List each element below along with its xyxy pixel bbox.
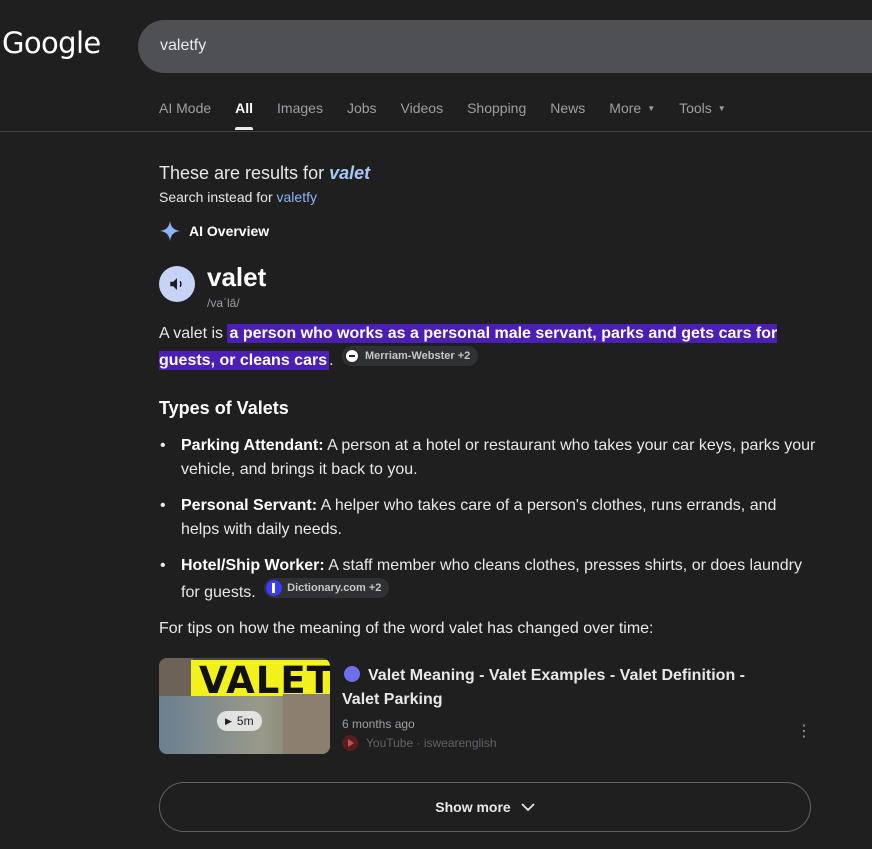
tab-tools-label: Tools xyxy=(679,100,712,116)
video-thumbnail[interactable]: VALET ▶ 5m xyxy=(159,658,330,754)
caret-down-icon: ▼ xyxy=(717,104,726,113)
original-query-link[interactable]: valetfy xyxy=(277,189,317,205)
pronunciation: /vaˈlā/ xyxy=(207,296,240,310)
search-instead: Search instead for valetfy xyxy=(159,189,317,205)
video-source: YouTube · iswearenglish xyxy=(342,735,497,751)
types-list: Parking Attendant: A person at a hotel o… xyxy=(159,434,819,617)
video-age: 6 months ago xyxy=(342,717,415,731)
list-item: Hotel/Ship Worker: A staff member who cl… xyxy=(159,554,819,605)
definition-prefix: A valet is xyxy=(159,325,228,342)
ai-overview-header: AI Overview xyxy=(159,220,269,242)
definition: A valet is a person who works as a perso… xyxy=(159,322,819,373)
tab-news[interactable]: News xyxy=(550,100,585,116)
tab-videos[interactable]: Videos xyxy=(401,100,444,116)
thumbnail-person-image xyxy=(159,658,193,698)
source-chip-label: Dictionary.com +2 xyxy=(287,582,382,594)
search-instead-prefix: Search instead for xyxy=(159,189,277,205)
list-item: Personal Servant: A helper who takes car… xyxy=(159,494,819,542)
play-icon: ▶ xyxy=(225,715,232,726)
search-bar[interactable] xyxy=(138,20,872,73)
merriam-webster-icon xyxy=(344,348,360,364)
google-logo[interactable]: Google xyxy=(2,26,101,60)
list-item: Parking Attendant: A person at a hotel o… xyxy=(159,434,819,482)
youtube-icon xyxy=(342,735,358,751)
tab-shopping[interactable]: Shopping xyxy=(467,100,526,116)
list-item-term: Hotel/Ship Worker: xyxy=(181,557,325,574)
tab-all[interactable]: All xyxy=(235,100,253,130)
caret-down-icon: ▼ xyxy=(647,104,656,113)
definition-suffix: . xyxy=(329,352,334,369)
tab-images[interactable]: Images xyxy=(277,100,323,116)
search-tabs: AI Mode All Images Jobs Videos Shopping … xyxy=(159,100,750,130)
correction-prefix: These are results for xyxy=(159,163,330,183)
list-item-term: Personal Servant: xyxy=(181,497,318,514)
source-chip-merriam-webster[interactable]: Merriam-Webster +2 xyxy=(342,346,479,366)
chevron-down-icon xyxy=(521,803,535,812)
dictionary-icon xyxy=(266,580,283,596)
channel-avatar-icon xyxy=(344,666,360,682)
show-more-label: Show more xyxy=(435,799,511,815)
corrected-query-link[interactable]: valet xyxy=(329,163,370,183)
video-duration-badge: ▶ 5m xyxy=(217,711,262,731)
dictionary-word: valet xyxy=(207,262,267,292)
ai-overview-label: AI Overview xyxy=(189,223,270,239)
video-source-label: YouTube · iswearenglish xyxy=(366,736,497,750)
speaker-icon xyxy=(170,278,182,290)
more-options-icon[interactable]: ⋮ xyxy=(796,724,812,740)
source-chip-label: Merriam-Webster +2 xyxy=(365,350,471,362)
video-title: Valet Meaning - Valet Examples - Valet D… xyxy=(342,667,745,708)
tab-tools[interactable]: Tools ▼ xyxy=(679,100,726,116)
show-more-button[interactable]: Show more xyxy=(159,782,811,832)
list-item-term: Parking Attendant: xyxy=(181,437,324,454)
search-input[interactable]: valetfy xyxy=(160,37,206,55)
divider xyxy=(0,131,872,132)
tips-text: For tips on how the meaning of the word … xyxy=(159,620,654,637)
source-chip-dictionary[interactable]: Dictionary.com +2 xyxy=(264,578,390,598)
tab-more[interactable]: More ▼ xyxy=(609,100,655,116)
tab-jobs[interactable]: Jobs xyxy=(347,100,377,116)
video-title-link[interactable]: Valet Meaning - Valet Examples - Valet D… xyxy=(342,664,782,712)
tab-ai-mode[interactable]: AI Mode xyxy=(159,100,211,116)
sparkle-icon xyxy=(159,220,181,242)
spelling-correction: These are results for valet xyxy=(159,163,370,184)
types-heading: Types of Valets xyxy=(159,398,289,418)
tab-more-label: More xyxy=(609,100,642,116)
duration-label: 5m xyxy=(236,714,254,728)
thumbnail-person-image xyxy=(283,694,330,754)
pronounce-button[interactable] xyxy=(159,266,195,302)
